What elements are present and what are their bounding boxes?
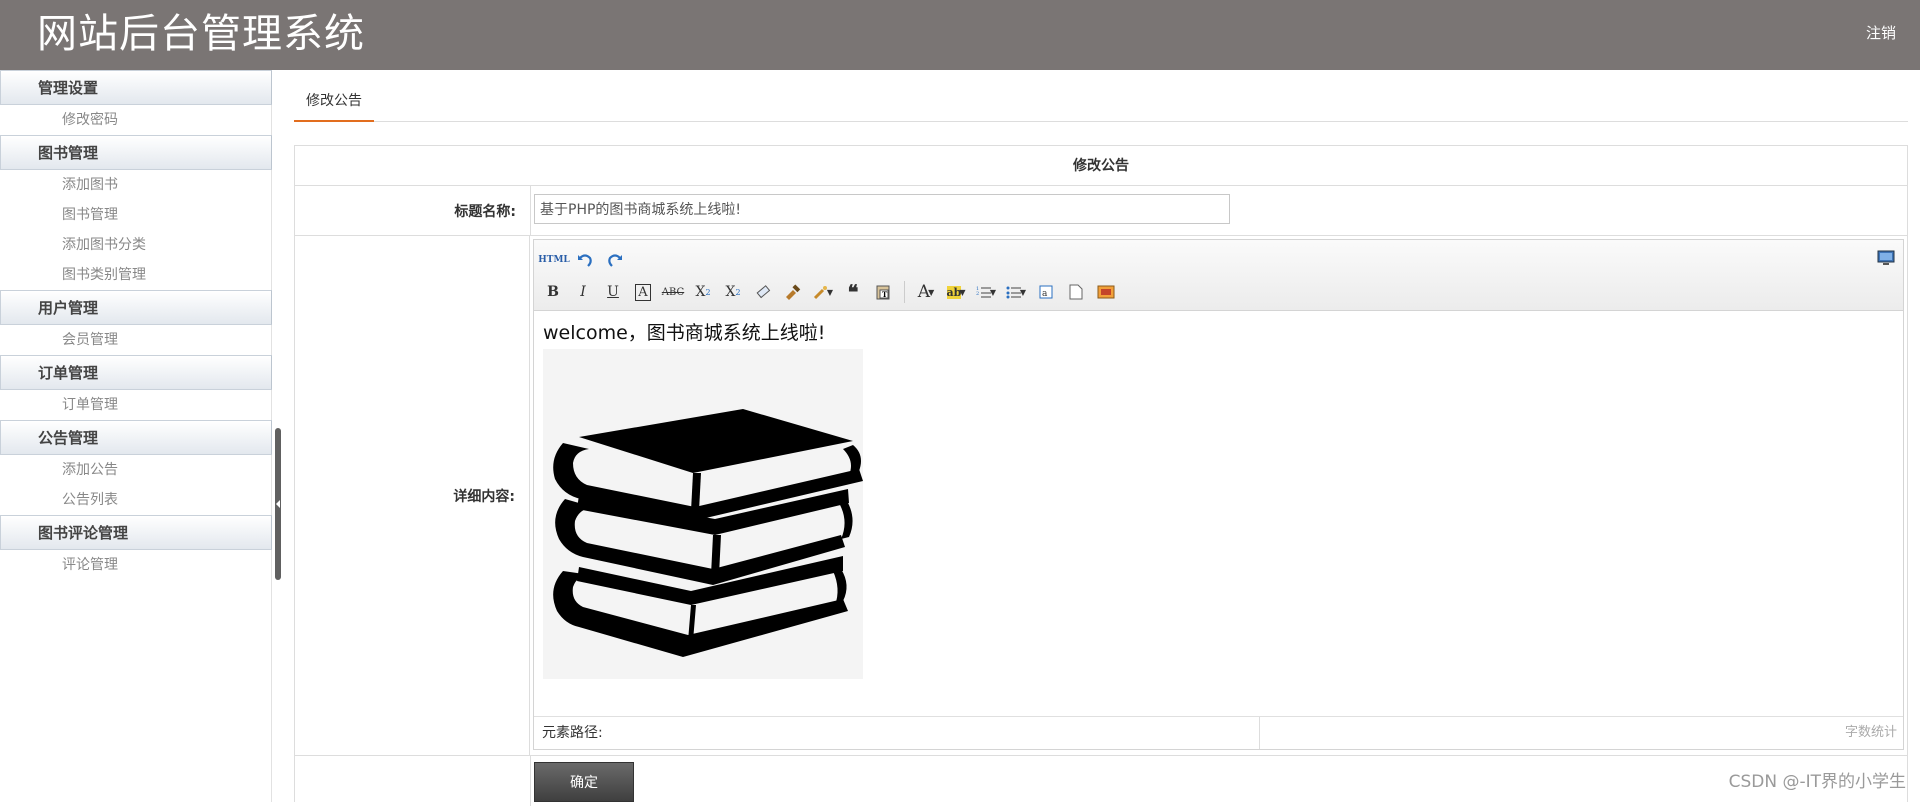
- word-count-label: 字数统计: [1260, 717, 1903, 749]
- auto-format-icon[interactable]: ▼: [810, 280, 836, 304]
- sidebar-item-add-book-category[interactable]: 添加图书分类: [0, 230, 271, 260]
- sidebar-group-user-management[interactable]: 用户管理: [0, 290, 272, 325]
- title-input[interactable]: [534, 194, 1230, 224]
- books-image: [543, 349, 863, 679]
- undo-icon[interactable]: [572, 248, 598, 272]
- title-label: 标题名称:: [295, 186, 531, 235]
- subscript-icon[interactable]: X2: [720, 280, 746, 304]
- font-color-icon[interactable]: A▼: [913, 280, 939, 304]
- sidebar-item-order-management[interactable]: 订单管理: [0, 390, 271, 420]
- font-border-icon[interactable]: A: [630, 280, 656, 304]
- edit-notice-form: 修改公告 标题名称: 详细内容: HTML: [294, 145, 1908, 802]
- redo-icon[interactable]: [602, 248, 628, 272]
- sidebar-item-notice-list[interactable]: 公告列表: [0, 485, 271, 515]
- sidebar-item-member-management[interactable]: 会员管理: [0, 325, 271, 355]
- tab-edit-notice[interactable]: 修改公告: [294, 86, 374, 122]
- sidebar-group-review-management[interactable]: 图书评论管理: [0, 515, 272, 550]
- insert-image-icon[interactable]: [1093, 280, 1119, 304]
- title-row: 标题名称:: [295, 186, 1907, 236]
- underline-icon[interactable]: U: [600, 280, 626, 304]
- tab-bar: 修改公告: [294, 86, 1908, 122]
- header-bar: 网站后台管理系统 注销: [0, 0, 1920, 70]
- content-row: 详细内容: HTML B I U: [295, 236, 1907, 756]
- logout-link[interactable]: 注销: [1866, 22, 1896, 43]
- sidebar-item-book-category-management[interactable]: 图书类别管理: [0, 260, 271, 290]
- fullscreen-icon[interactable]: [1877, 250, 1895, 266]
- italic-icon[interactable]: I: [570, 280, 596, 304]
- sidebar-collapse-handle[interactable]: [275, 428, 281, 580]
- format-brush-icon[interactable]: [780, 280, 806, 304]
- sidebar-item-add-notice[interactable]: 添加公告: [0, 455, 271, 485]
- submit-row: 确定: [295, 756, 1907, 806]
- rich-text-editor: HTML B I U A ABC X2: [533, 239, 1904, 750]
- unordered-list-icon[interactable]: ▼: [1003, 280, 1029, 304]
- element-path-label: 元素路径:: [534, 717, 1260, 749]
- editor-content-text: welcome，图书商城系统上线啦!: [543, 320, 1894, 346]
- submit-label-spacer: [295, 756, 531, 806]
- submit-button[interactable]: 确定: [534, 762, 634, 802]
- select-all-icon[interactable]: a: [1033, 280, 1059, 304]
- editor-status-bar: 元素路径: 字数统计: [534, 716, 1903, 749]
- editor-toolbar: HTML B I U A ABC X2: [534, 240, 1903, 311]
- form-heading: 修改公告: [295, 146, 1907, 186]
- content-label: 详细内容:: [295, 236, 530, 755]
- superscript-icon[interactable]: X2: [690, 280, 716, 304]
- blockquote-icon[interactable]: ❝: [840, 280, 866, 304]
- svg-text:T: T: [882, 290, 888, 299]
- paste-text-icon[interactable]: T: [870, 280, 896, 304]
- sidebar: 管理设置 修改密码 图书管理 添加图书 图书管理 添加图书分类 图书类别管理 用…: [0, 70, 272, 802]
- bold-icon[interactable]: B: [540, 280, 566, 304]
- html-source-icon[interactable]: HTML: [540, 248, 568, 272]
- sidebar-item-review-management[interactable]: 评论管理: [0, 550, 271, 580]
- sidebar-group-book-management[interactable]: 图书管理: [0, 135, 272, 170]
- ordered-list-icon[interactable]: 12▼: [973, 280, 999, 304]
- sidebar-group-notice-management[interactable]: 公告管理: [0, 420, 272, 455]
- sidebar-group-order-management[interactable]: 订单管理: [0, 355, 272, 390]
- sidebar-group-admin-settings[interactable]: 管理设置: [0, 70, 272, 105]
- strikethrough-icon[interactable]: ABC: [660, 280, 686, 304]
- svg-text:2: 2: [976, 291, 979, 297]
- sidebar-item-add-book[interactable]: 添加图书: [0, 170, 271, 200]
- svg-text:a: a: [1042, 289, 1048, 299]
- editor-content-area[interactable]: welcome，图书商城系统上线啦!: [534, 312, 1903, 717]
- toolbar-separator: [904, 281, 905, 303]
- eraser-icon[interactable]: [750, 280, 776, 304]
- csdn-watermark: CSDN @-IT界的小学生: [1729, 767, 1906, 792]
- sidebar-item-change-password[interactable]: 修改密码: [0, 105, 271, 135]
- clear-doc-icon[interactable]: [1063, 280, 1089, 304]
- highlight-icon[interactable]: ab▼: [943, 280, 969, 304]
- sidebar-item-book-management[interactable]: 图书管理: [0, 200, 271, 230]
- site-title: 网站后台管理系统: [37, 9, 365, 59]
